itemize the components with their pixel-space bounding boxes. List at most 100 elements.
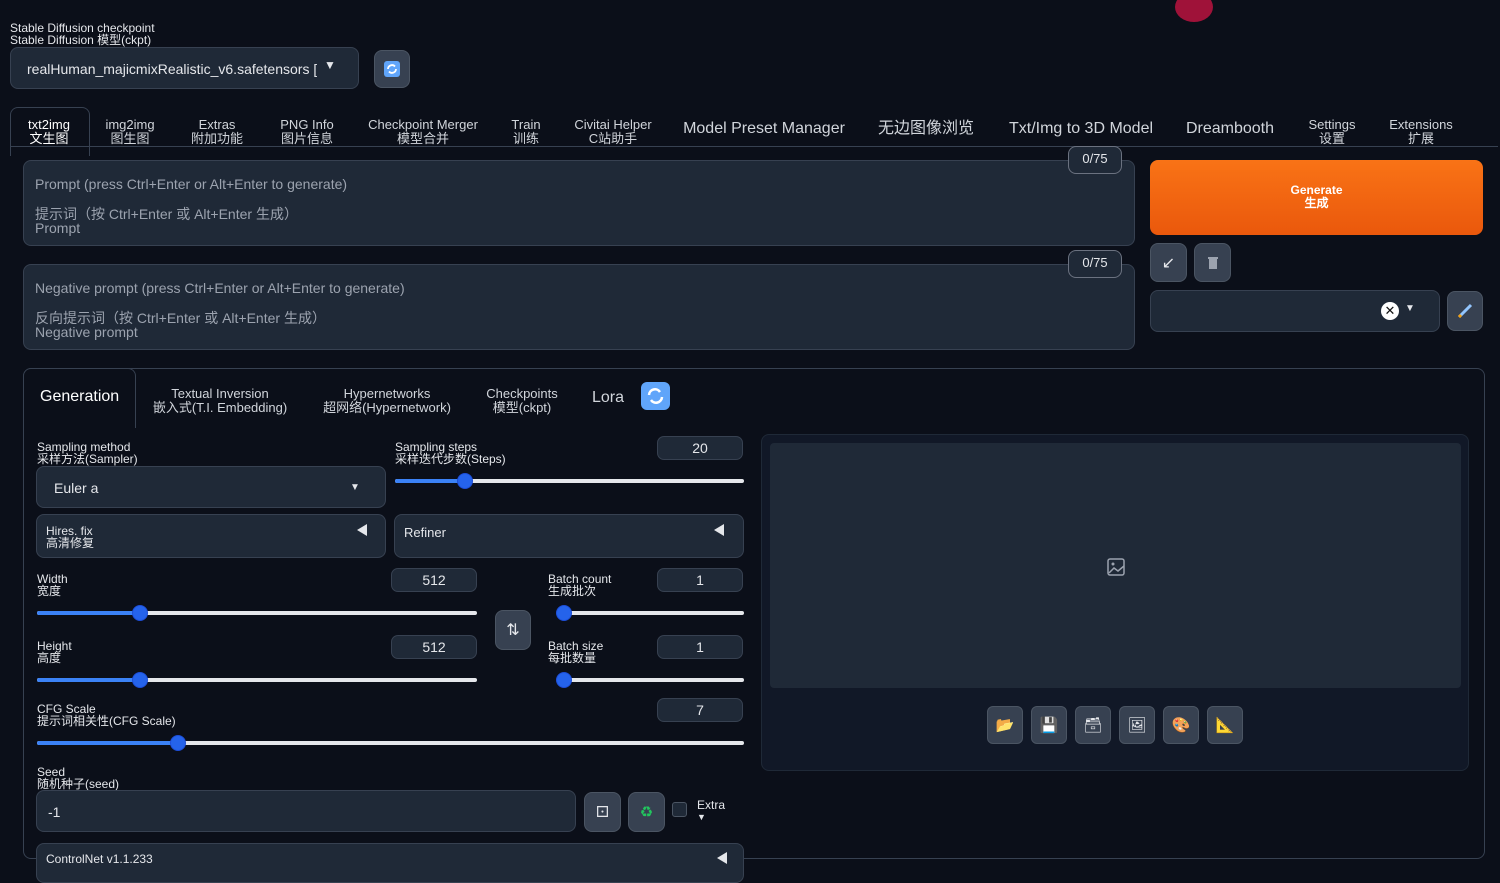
height-slider[interactable]	[37, 672, 477, 688]
swap-dimensions-button[interactable]: ⇅	[495, 610, 531, 650]
send-to-extras-button[interactable]: 📐	[1207, 706, 1243, 744]
zip-button[interactable]: 🗃	[1075, 706, 1111, 744]
tab-dreambooth[interactable]: Dreambooth	[1176, 118, 1284, 140]
save-button[interactable]: 💾	[1031, 706, 1067, 744]
tab-train[interactable]: Train 训练	[500, 118, 552, 146]
seed-label: Seed 随机种子(seed)	[37, 765, 120, 791]
sampling-steps-slider[interactable]	[395, 473, 744, 489]
batch-size-input[interactable]: 1	[657, 635, 743, 659]
archive-icon: 🗃	[1083, 717, 1103, 734]
hires-fix-accordion[interactable]: Hires. fix 高清修复	[36, 514, 386, 558]
sampling-steps-label: Sampling steps 采样迭代步数(Steps)	[395, 440, 506, 466]
sampling-method-label: Sampling method 采样方法(Sampler)	[37, 440, 138, 466]
negative-prompt-input[interactable]: Negative prompt (press Ctrl+Enter or Alt…	[23, 264, 1135, 350]
collapse-icon	[357, 524, 367, 536]
reuse-seed-button[interactable]: ♻	[628, 792, 665, 832]
tab-checkpoint-merger[interactable]: Checkpoint Merger 模型合并	[360, 118, 486, 146]
subtab-checkpoints[interactable]: Checkpoints 模型(ckpt)	[482, 387, 562, 415]
batch-size-slider[interactable]	[556, 672, 744, 688]
width-input[interactable]: 512	[391, 568, 477, 592]
swap-icon: ⇅	[506, 622, 520, 639]
image-preview[interactable]	[770, 443, 1461, 688]
translate-icon[interactable]	[1175, 0, 1213, 22]
refiner-accordion[interactable]: Refiner	[394, 514, 744, 558]
subtab-lora[interactable]: Lora	[592, 389, 624, 407]
tab-infinite-image-browsing[interactable]: 无边图像浏览	[866, 118, 986, 140]
prompt-placeholder: Prompt (press Ctrl+Enter or Alt+Enter to…	[35, 176, 348, 192]
generate-button[interactable]: Generate 生成	[1150, 160, 1483, 235]
extra-seed-label: Extra ▼	[697, 798, 726, 822]
open-folder-button[interactable]: 📂	[987, 706, 1023, 744]
tab-settings[interactable]: Settings 设置	[1300, 118, 1364, 146]
chevron-down-icon: ▼	[324, 58, 336, 72]
seed-value: -1	[48, 804, 61, 820]
collapse-icon	[714, 524, 724, 536]
trash-icon	[1207, 256, 1218, 269]
tab-extras[interactable]: Extras 附加功能	[182, 118, 252, 146]
send-to-img2img-button[interactable]: 🖼	[1119, 706, 1155, 744]
checkpoint-value: realHuman_majicmixRealistic_v6.safetenso…	[27, 61, 317, 77]
width-slider[interactable]	[37, 605, 477, 621]
styles-dropdown[interactable]: ✕ ▼	[1150, 290, 1440, 332]
negative-prompt-placeholder-label: Negative prompt	[35, 324, 138, 340]
checkpoint-label: Stable Diffusion checkpoint Stable Diffu…	[10, 22, 155, 46]
prompt-token-counter: 0/75	[1068, 146, 1122, 174]
hires-fix-label: Hires. fix 高清修复	[46, 524, 95, 550]
refresh-checkpoint-button[interactable]	[374, 50, 410, 88]
extra-seed-checkbox[interactable]	[672, 802, 687, 817]
subtab-textual-inversion[interactable]: Textual Inversion 嵌入式(T.I. Embedding)	[152, 387, 288, 415]
controlnet-accordion[interactable]: ControlNet v1.1.233	[36, 843, 744, 883]
batch-count-slider[interactable]	[556, 605, 744, 621]
image-placeholder-icon	[1107, 558, 1125, 576]
read-params-button[interactable]: ↙	[1150, 243, 1187, 282]
subtab-generation[interactable]: Generation	[40, 388, 119, 406]
recycle-icon: ♻	[639, 804, 654, 821]
checkpoint-label-zh: Stable Diffusion 模型(ckpt)	[10, 33, 152, 47]
prompt-placeholder-label: Prompt	[35, 220, 81, 236]
refresh-extra-networks-button[interactable]	[641, 382, 670, 410]
height-label: Height 高度	[37, 639, 72, 665]
checkpoint-dropdown[interactable]: realHuman_majicmixRealistic_v6.safetenso…	[10, 47, 359, 89]
chevron-down-icon: ▼	[350, 482, 360, 493]
tab-3d-model[interactable]: Txt/Img to 3D Model	[1000, 118, 1162, 140]
tab-txt2img[interactable]: txt2img 文生图	[22, 118, 76, 146]
refresh-icon	[384, 61, 400, 77]
clear-prompt-button[interactable]	[1194, 243, 1231, 282]
subtab-hypernetworks[interactable]: Hypernetworks 超网络(Hypernetwork)	[318, 387, 456, 415]
refiner-label: Refiner	[404, 525, 446, 540]
save-icon: 💾	[1039, 717, 1059, 734]
batch-count-label: Batch count 生成批次	[548, 572, 612, 598]
brush-icon	[1457, 303, 1473, 319]
folder-icon: 📂	[995, 717, 1015, 734]
prompt-input[interactable]: Prompt (press Ctrl+Enter or Alt+Enter to…	[23, 160, 1135, 246]
tab-model-preset-manager[interactable]: Model Preset Manager	[678, 118, 850, 140]
send-to-inpaint-button[interactable]: 🎨	[1163, 706, 1199, 744]
sampling-method-dropdown[interactable]: Euler a ▼	[36, 466, 386, 508]
height-input[interactable]: 512	[391, 635, 477, 659]
picture-icon: 🖼	[1127, 717, 1147, 734]
dice-icon: ⚀	[595, 804, 610, 821]
sampling-steps-input[interactable]: 20	[657, 436, 743, 460]
clear-icon[interactable]: ✕	[1381, 302, 1399, 320]
tab-img2img[interactable]: img2img 图生图	[96, 118, 164, 146]
cfg-scale-label: CFG Scale 提示词相关性(CFG Scale)	[37, 702, 176, 728]
tab-underline	[10, 146, 1498, 147]
cfg-scale-input[interactable]: 7	[657, 698, 743, 722]
batch-size-label: Batch size 每批数量	[548, 639, 604, 665]
seed-input[interactable]: -1	[36, 790, 576, 832]
ruler-icon: 📐	[1215, 717, 1235, 734]
batch-count-input[interactable]: 1	[657, 568, 743, 592]
tab-png-info[interactable]: PNG Info 图片信息	[270, 118, 344, 146]
palette-icon: 🎨	[1171, 717, 1191, 734]
edit-styles-button[interactable]	[1447, 291, 1483, 331]
cfg-scale-slider[interactable]	[37, 735, 744, 751]
random-seed-button[interactable]: ⚀	[584, 792, 621, 832]
sampling-method-value: Euler a	[54, 480, 99, 496]
tab-extensions[interactable]: Extensions 扩展	[1382, 118, 1460, 146]
chevron-down-icon: ▼	[1405, 303, 1415, 314]
tab-civitai-helper[interactable]: Civitai Helper C站助手	[568, 118, 658, 146]
controlnet-label: ControlNet v1.1.233	[46, 852, 153, 866]
negative-prompt-token-counter: 0/75	[1068, 250, 1122, 278]
width-label: Width 宽度	[37, 572, 68, 598]
arrow-down-left-icon: ↙	[1161, 254, 1176, 272]
